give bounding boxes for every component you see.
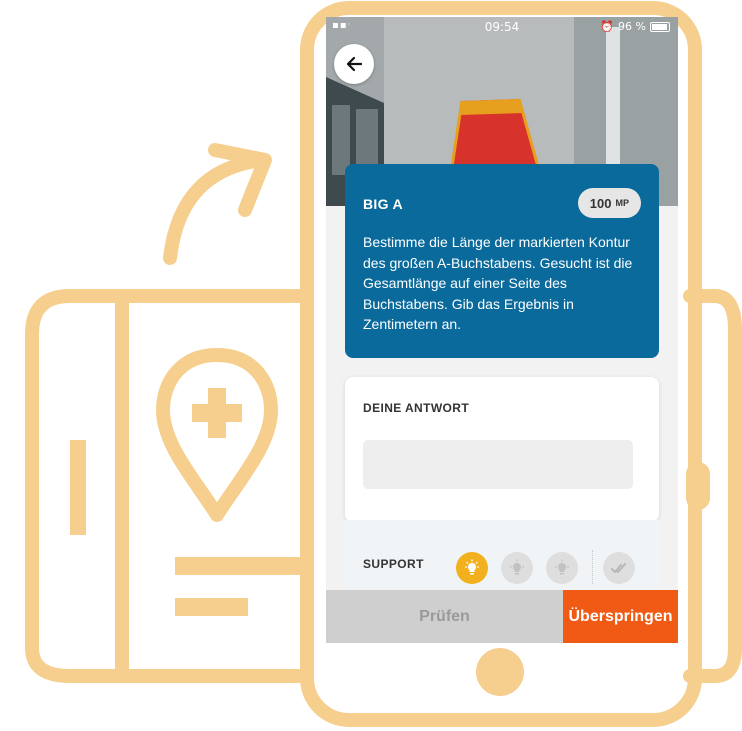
answer-card: DEINE ANTWORT <box>345 377 659 522</box>
tablet-line-1 <box>175 557 305 575</box>
action-bar: Prüfen Überspringen <box>326 590 678 643</box>
arrow-left-icon <box>346 56 363 72</box>
hint-button-1[interactable] <box>456 552 488 584</box>
task-description: Bestimme die Länge der markierten Kontur… <box>363 234 633 333</box>
answer-label: DEINE ANTWORT <box>363 401 470 415</box>
double-check-icon <box>611 563 626 573</box>
points-badge: 100 MP <box>577 188 641 218</box>
solution-button[interactable] <box>603 552 635 584</box>
phone-home-button <box>476 648 524 696</box>
lightbulb-icon <box>555 559 569 575</box>
back-button[interactable] <box>334 44 374 84</box>
support-label: SUPPORT <box>363 557 424 571</box>
lightbulb-icon <box>465 559 479 575</box>
battery-icon <box>650 21 670 32</box>
hint-button-3[interactable] <box>546 552 578 584</box>
lightbulb-icon <box>510 559 524 575</box>
battery-text: 96 % <box>618 20 646 33</box>
points-unit: MP <box>615 198 630 208</box>
status-right-group: ⏰ 96 % <box>600 20 670 33</box>
status-bar: ▪▪ᐧ 09:54 ⏰ 96 % <box>326 17 678 37</box>
phone-screen: ▪▪ᐧ 09:54 ⏰ 96 % BIG A 100 MP Bestimme d… <box>326 17 678 643</box>
alarm-icon: ⏰ <box>600 20 615 33</box>
answer-input[interactable] <box>363 440 633 489</box>
task-card: BIG A 100 MP Bestimme die Länge der mark… <box>345 164 659 358</box>
hint-divider <box>592 550 594 584</box>
check-button[interactable]: Prüfen <box>326 590 563 643</box>
tablet-line-2 <box>175 598 248 616</box>
hint-button-2[interactable] <box>501 552 533 584</box>
points-value: 100 <box>589 195 612 211</box>
skip-button[interactable]: Überspringen <box>563 590 678 643</box>
task-title: BIG A <box>363 196 403 212</box>
